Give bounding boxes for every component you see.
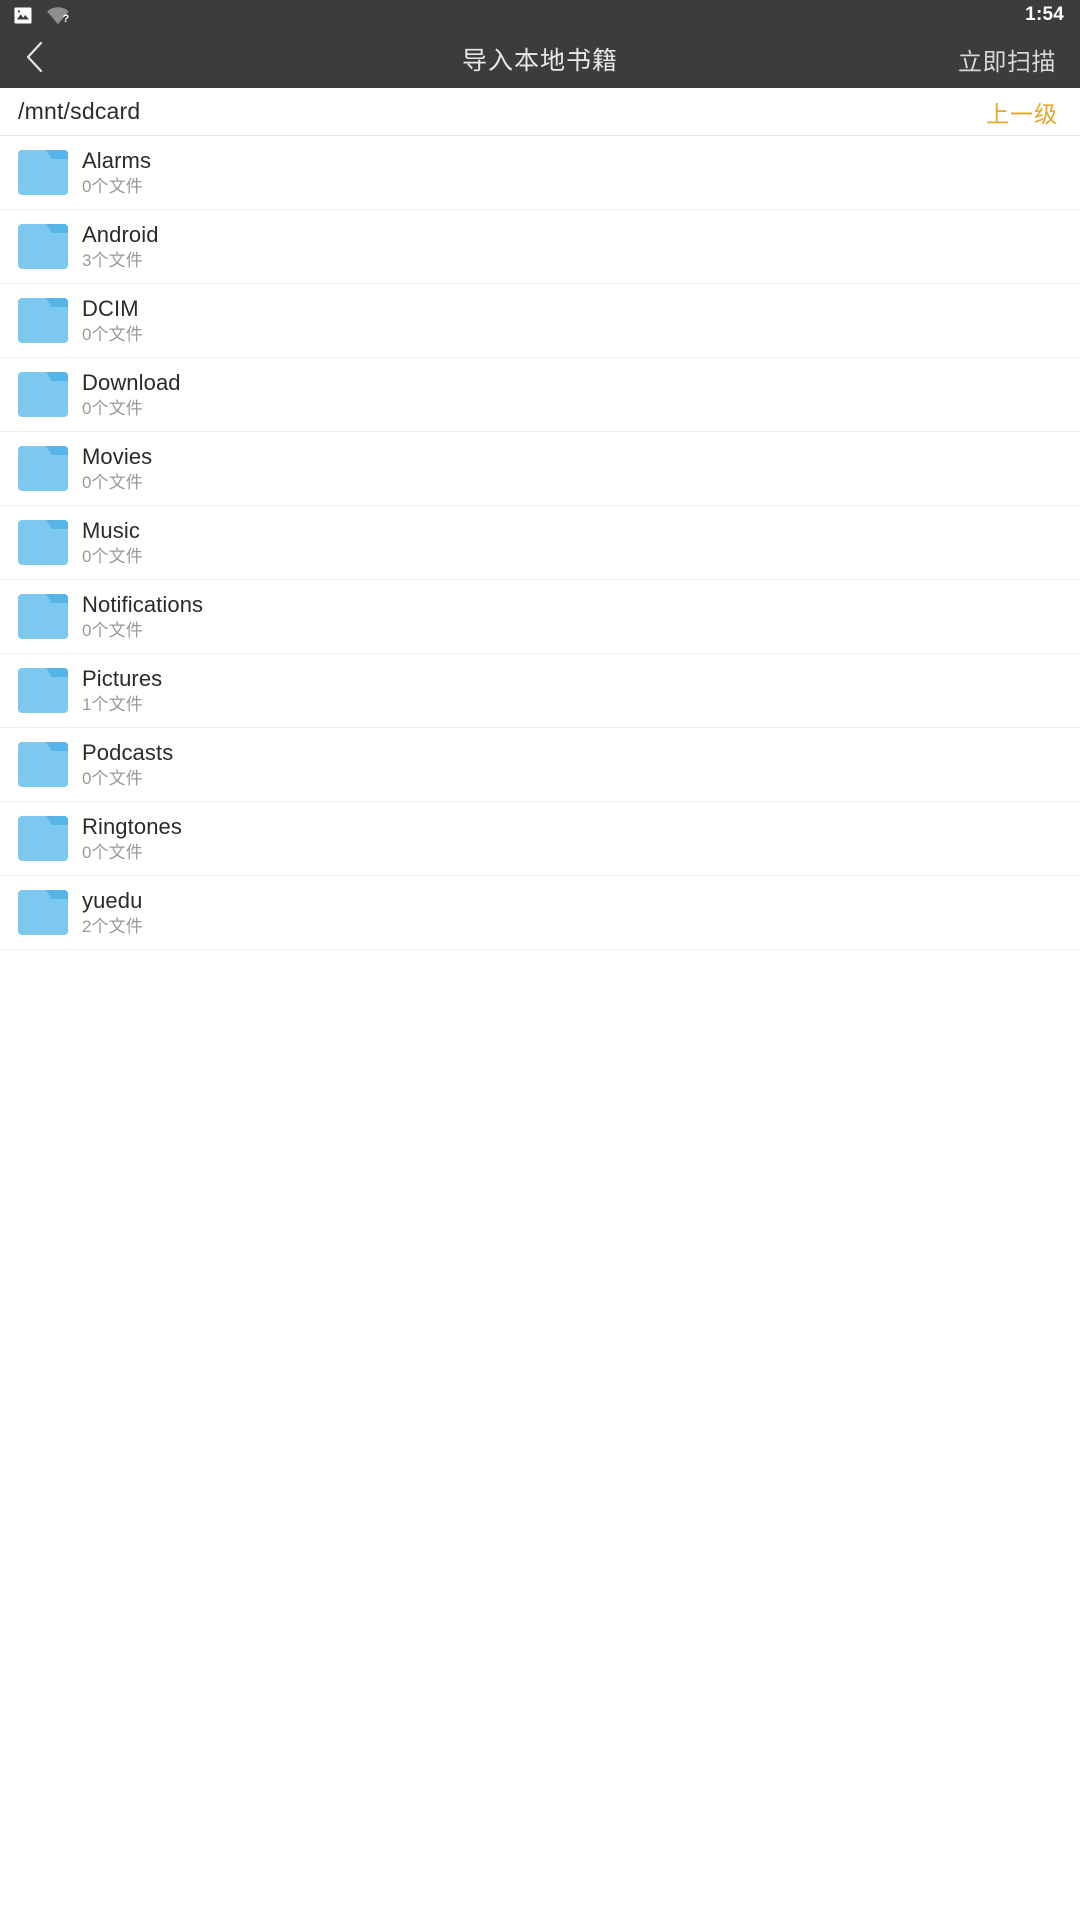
- wifi-unknown-icon: ?: [46, 6, 70, 25]
- app-bar: 导入本地书籍 立即扫描: [0, 30, 1080, 88]
- file-list-item-ringtones[interactable]: Ringtones 0个文件: [0, 802, 1080, 876]
- app-screen: ? 1:54 导入本地书籍 立即扫描 /mnt/sdcard 上一级 Alarm…: [0, 0, 1080, 1920]
- file-list-item-yuedu[interactable]: yuedu 2个文件: [0, 876, 1080, 950]
- folder-icon: [18, 742, 68, 787]
- file-item-count: 3个文件: [82, 251, 143, 270]
- file-item-count: 0个文件: [82, 621, 143, 640]
- file-item-texts: Pictures 1个文件: [82, 666, 162, 715]
- folder-icon: [18, 890, 68, 935]
- file-item-name: Pictures: [82, 666, 163, 691]
- photo-icon: [14, 7, 32, 24]
- svg-text:?: ?: [63, 13, 70, 25]
- file-item-name: DCIM: [82, 296, 139, 321]
- file-item-count: 0个文件: [82, 473, 143, 492]
- page-title: 导入本地书籍: [461, 47, 618, 75]
- file-item-count: 0个文件: [82, 399, 143, 418]
- folder-icon: [18, 520, 68, 565]
- folder-icon: [18, 224, 68, 269]
- file-item-name: Notifications: [82, 592, 204, 617]
- scan-now-button[interactable]: 立即扫描: [958, 30, 1056, 88]
- file-list-item-download[interactable]: Download 0个文件: [0, 358, 1080, 432]
- file-list-item-notifications[interactable]: Notifications 0个文件: [0, 580, 1080, 654]
- file-item-texts: Android 3个文件: [82, 222, 159, 271]
- file-item-count: 0个文件: [82, 325, 143, 344]
- folder-icon: [18, 298, 68, 343]
- file-item-name: Music: [82, 518, 140, 543]
- folder-icon: [18, 446, 68, 491]
- file-list-item-pictures[interactable]: Pictures 1个文件: [0, 654, 1080, 728]
- file-list-item-android[interactable]: Android 3个文件: [0, 210, 1080, 284]
- file-list-item-dcim[interactable]: DCIM 0个文件: [0, 284, 1080, 358]
- file-item-name: Download: [82, 370, 181, 395]
- status-bar-icons: ?: [14, 6, 70, 25]
- back-button[interactable]: [0, 30, 70, 88]
- file-item-count: 0个文件: [82, 177, 143, 196]
- file-item-count: 0个文件: [82, 547, 143, 566]
- file-item-texts: Music 0个文件: [82, 518, 143, 567]
- file-list: Alarms 0个文件 Android 3个文件 DCIM 0个文件 Downl…: [0, 136, 1080, 950]
- file-item-texts: Movies 0个文件: [82, 444, 152, 493]
- file-item-name: Ringtones: [82, 814, 182, 839]
- file-item-texts: Alarms 0个文件: [82, 148, 151, 197]
- file-item-texts: DCIM 0个文件: [82, 296, 143, 345]
- current-path: /mnt/sdcard: [18, 98, 141, 124]
- path-bar: /mnt/sdcard 上一级: [0, 88, 1080, 136]
- file-item-name: Alarms: [82, 148, 152, 173]
- file-item-name: Android: [82, 222, 159, 247]
- parent-directory-button[interactable]: 上一级: [986, 95, 1058, 129]
- file-item-texts: Notifications 0个文件: [82, 592, 203, 641]
- file-item-name: Podcasts: [82, 740, 174, 765]
- file-list-item-podcasts[interactable]: Podcasts 0个文件: [0, 728, 1080, 802]
- folder-icon: [18, 816, 68, 861]
- file-item-name: Movies: [82, 444, 153, 469]
- file-item-count: 0个文件: [82, 769, 143, 788]
- file-item-name: yuedu: [82, 888, 143, 913]
- folder-icon: [18, 668, 68, 713]
- file-item-texts: Ringtones 0个文件: [82, 814, 182, 863]
- file-item-texts: Podcasts 0个文件: [82, 740, 173, 789]
- file-item-count: 2个文件: [82, 917, 143, 936]
- status-bar-clock: 1:54: [1025, 4, 1064, 25]
- folder-icon: [18, 372, 68, 417]
- file-item-texts: yuedu 2个文件: [82, 888, 143, 937]
- file-list-item-movies[interactable]: Movies 0个文件: [0, 432, 1080, 506]
- status-bar: ? 1:54: [0, 0, 1080, 30]
- file-list-item-music[interactable]: Music 0个文件: [0, 506, 1080, 580]
- folder-icon: [18, 594, 68, 639]
- folder-icon: [18, 150, 68, 195]
- file-item-count: 0个文件: [82, 843, 143, 862]
- file-item-count: 1个文件: [82, 695, 143, 714]
- file-list-item-alarms[interactable]: Alarms 0个文件: [0, 136, 1080, 210]
- file-item-texts: Download 0个文件: [82, 370, 181, 419]
- chevron-left-icon: [24, 40, 46, 79]
